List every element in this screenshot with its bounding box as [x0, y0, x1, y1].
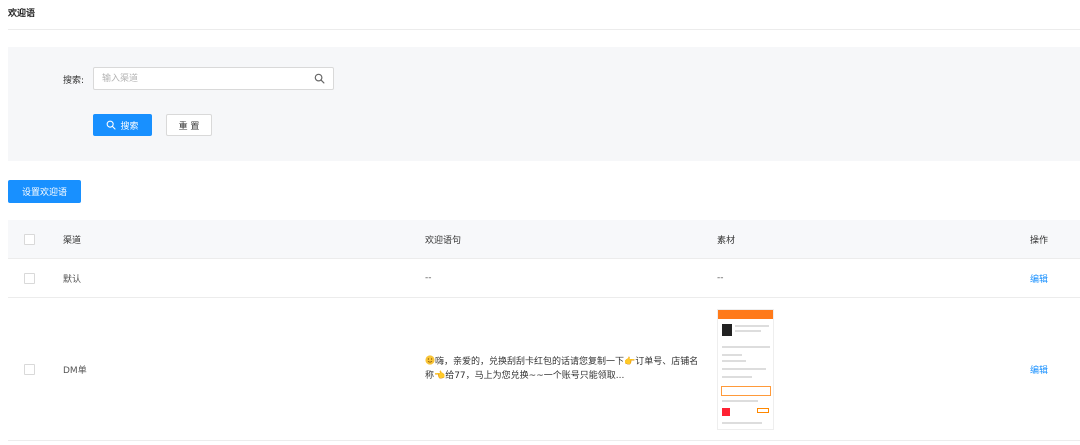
- search-label: 搜索:: [63, 76, 85, 86]
- thumb-product-image: [722, 323, 732, 336]
- header-material: 素材: [717, 235, 736, 246]
- material-thumbnail[interactable]: [717, 308, 774, 430]
- row-material: --: [717, 273, 724, 283]
- select-all-checkbox[interactable]: [24, 233, 35, 245]
- row-channel: DM单: [63, 365, 87, 376]
- thumb-button: [757, 407, 769, 413]
- search-button[interactable]: 搜索: [93, 114, 152, 136]
- header-message: 欢迎语句: [425, 235, 462, 246]
- thumb-line: [722, 367, 766, 370]
- thumb-line: [735, 324, 769, 327]
- header-channel: 渠道: [63, 235, 82, 246]
- thumb-line: [735, 329, 761, 332]
- search-icon[interactable]: [314, 73, 325, 84]
- row-checkbox[interactable]: [24, 363, 35, 375]
- thumb-line: [722, 353, 742, 356]
- edit-link[interactable]: 编辑: [1030, 298, 1048, 440]
- row-checkbox[interactable]: [24, 272, 35, 284]
- thumb-line: [722, 345, 770, 348]
- thumb-header-bar: [718, 309, 773, 319]
- reset-button-label: 重 置: [178, 121, 200, 132]
- set-welcome-button[interactable]: 设置欢迎语: [8, 180, 81, 203]
- reset-button[interactable]: 重 置: [166, 114, 212, 136]
- header-operation: 操作: [1030, 235, 1049, 246]
- search-icon: [107, 120, 117, 130]
- table-row: 默认 -- -- 编辑: [8, 259, 1080, 298]
- thumb-red-packet: [722, 407, 730, 416]
- page-title: 欢迎语: [8, 9, 36, 19]
- row-message: --: [425, 273, 432, 283]
- thumb-line: [722, 421, 762, 424]
- row-channel: 默认: [63, 274, 82, 285]
- thumb-line: [722, 375, 752, 378]
- edit-link[interactable]: 编辑: [1030, 259, 1048, 297]
- row-message-cell: 嗨，亲爱的，兑换刮刮卡红包的话请您复制一下👉订单号、店铺名称👈给77，马上为您兑…: [425, 298, 707, 440]
- title-divider: [8, 29, 1080, 30]
- smile-emoji-icon: [425, 355, 435, 365]
- search-panel: 搜索: 搜索 重 置: [8, 47, 1080, 161]
- row-message: 嗨，亲爱的，兑换刮刮卡红包的话请您复制一下👉订单号、店铺名称👈给77，马上为您兑…: [425, 357, 699, 381]
- welcome-table: 渠道 欢迎语句 素材 操作 默认 -- -- 编辑 DM单 嗨，亲爱的，兑换刮刮…: [8, 220, 1080, 441]
- row-material-cell: [717, 298, 774, 440]
- thumb-highlight: [721, 385, 771, 396]
- table-row: DM单 嗨，亲爱的，兑换刮刮卡红包的话请您复制一下👉订单号、店铺名称👈给77，马…: [8, 298, 1080, 441]
- thumb-line: [722, 359, 746, 362]
- search-box[interactable]: [93, 67, 334, 90]
- search-input[interactable]: [102, 68, 312, 89]
- set-welcome-button-label: 设置欢迎语: [21, 188, 67, 198]
- table-header: 渠道 欢迎语句 素材 操作: [8, 220, 1080, 259]
- thumb-line: [722, 399, 758, 402]
- search-button-label: 搜索: [120, 121, 139, 132]
